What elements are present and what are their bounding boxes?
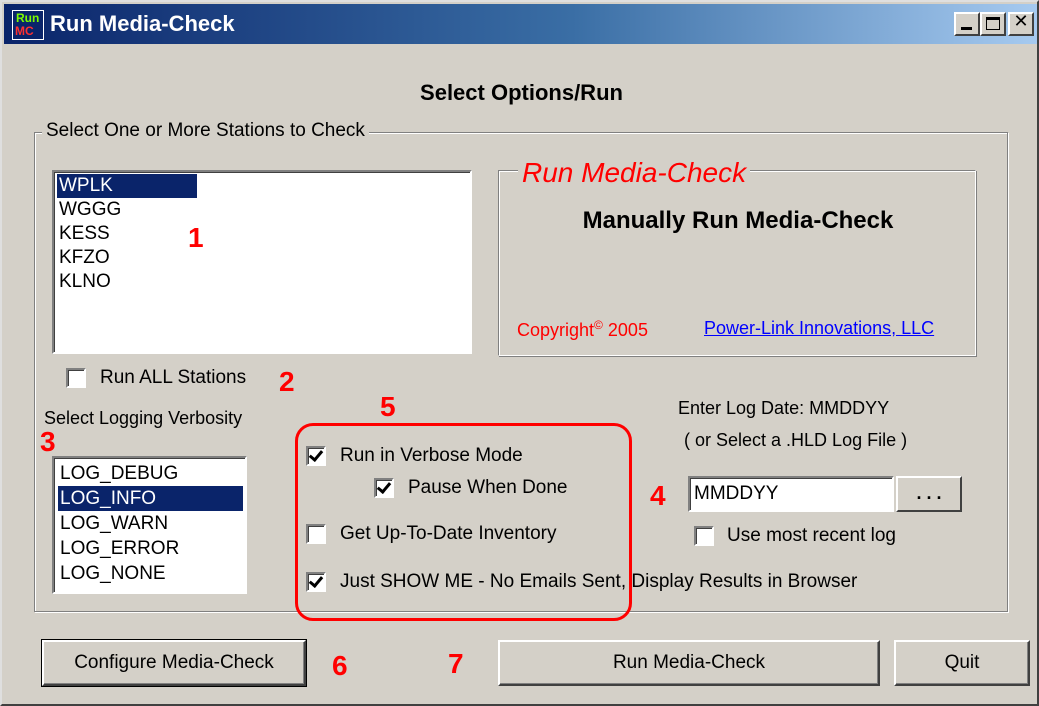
verbosity-item-info[interactable]: LOG_INFO — [58, 486, 243, 511]
station-listbox[interactable]: WPLK WGGG KESS KFZO KLNO — [52, 170, 472, 354]
copyright-year: 2005 — [607, 320, 648, 340]
callout-5: 5 — [380, 391, 396, 422]
use-recent-log-checkbox[interactable] — [694, 526, 714, 546]
configure-button[interactable]: Configure Media-Check — [41, 639, 307, 687]
log-file-hint: ( or Select a .HLD Log File ) — [684, 430, 908, 450]
callout-7: 7 — [448, 648, 464, 679]
verbosity-item-warn[interactable]: LOG_WARN — [58, 511, 243, 536]
maximize-icon — [986, 17, 1000, 30]
info-panel-main-text: Manually Run Media-Check — [582, 207, 894, 234]
callout-3: 3 — [40, 426, 56, 457]
quit-button[interactable]: Quit — [894, 640, 1030, 686]
station-item-wplk[interactable]: WPLK — [57, 174, 197, 198]
verbosity-label: Select Logging Verbosity — [44, 408, 243, 428]
maximize-button[interactable] — [980, 12, 1006, 36]
run-all-stations-checkbox[interactable] — [66, 368, 86, 388]
callout-6: 6 — [332, 650, 348, 681]
use-recent-log-label[interactable]: Use most recent log — [727, 525, 896, 547]
verbosity-item-none[interactable]: LOG_NONE — [58, 561, 243, 586]
verbosity-item-error[interactable]: LOG_ERROR — [58, 536, 243, 561]
app-window: Run MC Run Media-Check ✕ Select Options/… — [0, 0, 1039, 706]
station-item-klno[interactable]: KLNO — [57, 270, 197, 294]
minimize-icon — [961, 27, 972, 30]
copyright-label: Copyright — [517, 320, 595, 340]
station-item-kfzo[interactable]: KFZO — [57, 246, 197, 270]
callout-2: 2 — [279, 366, 295, 397]
station-item-wggg[interactable]: WGGG — [57, 198, 197, 222]
run-media-check-button[interactable]: Run Media-Check — [498, 640, 880, 686]
title-bar[interactable]: Run MC Run Media-Check ✕ — [4, 4, 1037, 44]
info-panel-title: Run Media-Check — [518, 157, 751, 189]
log-date-label: Enter Log Date: MMDDYY — [678, 398, 890, 418]
run-all-stations-label[interactable]: Run ALL Stations — [100, 367, 246, 389]
company-link[interactable]: Power-Link Innovations, LLC — [704, 318, 934, 339]
app-icon-text-top: Run — [16, 11, 40, 25]
callout-4: 4 — [650, 480, 666, 511]
window-title: Run Media-Check — [50, 11, 235, 36]
station-item-kess[interactable]: KESS — [57, 222, 197, 246]
annotation-box-5 — [295, 423, 632, 621]
callout-1: 1 — [188, 222, 204, 253]
stations-group-label: Select One or More Stations to Check — [42, 120, 369, 142]
verbosity-item-debug[interactable]: LOG_DEBUG — [58, 461, 243, 486]
browse-log-button[interactable]: . . . — [896, 476, 962, 512]
copyright-symbol: © — [594, 318, 603, 332]
close-icon: ✕ — [1013, 11, 1029, 31]
log-date-input[interactable]: MMDDYY — [688, 476, 894, 512]
app-icon-text-bottom: MC — [15, 24, 34, 38]
close-button[interactable]: ✕ — [1008, 11, 1034, 36]
app-icon: Run MC — [12, 10, 44, 40]
minimize-button[interactable] — [954, 12, 980, 36]
page-heading: Select Options/Run — [420, 80, 623, 105]
copyright-text: Copyright© 2005 — [517, 318, 648, 341]
verbosity-listbox[interactable]: LOG_DEBUG LOG_INFO LOG_WARN LOG_ERROR LO… — [52, 456, 247, 594]
